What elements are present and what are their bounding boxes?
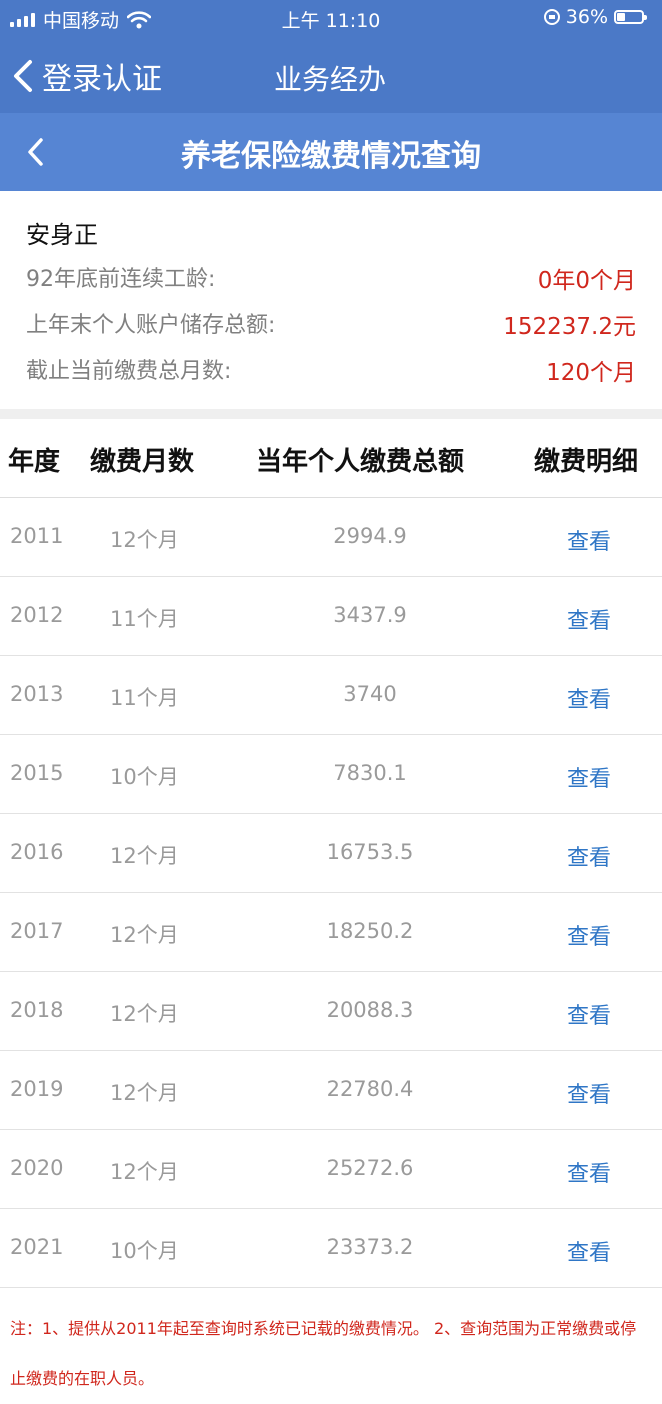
table-row: 2020 12个月 25272.6 查看 — [0, 1130, 662, 1209]
cell-amount: 3437.9 — [333, 603, 407, 627]
cell-months: 10个月 — [110, 765, 179, 789]
cell-months: 12个月 — [110, 1081, 179, 1105]
nav-back-button[interactable]: 登录认证 — [12, 54, 162, 98]
info-row-seniority: 92年底前连续工龄: 0年0个月 — [26, 261, 636, 295]
info-row-account-balance: 上年末个人账户储存总额: 152237.2元 — [26, 307, 636, 341]
cell-year: 2021 — [10, 1235, 64, 1259]
cell-year: 2018 — [10, 998, 64, 1022]
cell-year: 2013 — [10, 682, 64, 706]
nav-title: 业务经办 — [274, 63, 387, 96]
cell-amount: 25272.6 — [326, 1156, 414, 1180]
cell-months: 12个月 — [110, 844, 179, 868]
nav-bar: 登录认证 业务经办 — [0, 36, 662, 113]
cell-months: 10个月 — [110, 1239, 179, 1263]
cell-months: 12个月 — [110, 1160, 179, 1184]
view-detail-link[interactable]: 查看 — [567, 1156, 611, 1188]
cell-amount: 2994.9 — [333, 524, 407, 548]
battery-icon — [614, 10, 647, 24]
table-row: 2021 10个月 23373.2 查看 — [0, 1209, 662, 1288]
cell-amount: 23373.2 — [326, 1235, 414, 1259]
cell-amount: 16753.5 — [326, 840, 414, 864]
page-title: 养老保险缴费情况查询 — [181, 139, 481, 174]
cell-amount: 7830.1 — [333, 761, 407, 785]
info-label: 上年末个人账户储存总额: — [26, 313, 276, 338]
nav-back-label: 登录认证 — [42, 62, 162, 97]
header-months: 缴费月数 — [90, 447, 195, 477]
battery-percent: 36% — [565, 6, 608, 28]
top-bar: 中国移动 上午 11:10 36% 登录认证 业务经办 — [0, 0, 662, 113]
view-detail-link[interactable]: 查看 — [567, 998, 611, 1030]
person-name: 安身正 — [26, 221, 98, 249]
cell-months: 12个月 — [110, 528, 179, 552]
cell-year: 2017 — [10, 919, 64, 943]
cell-year: 2016 — [10, 840, 64, 864]
info-row-total-months: 截止当前缴费总月数: 120个月 — [26, 353, 636, 387]
info-label: 92年底前连续工龄: — [26, 267, 216, 292]
view-detail-link[interactable]: 查看 — [567, 761, 611, 793]
header-amount: 当年个人缴费总额 — [256, 447, 465, 477]
cell-amount: 18250.2 — [326, 919, 414, 943]
table-body: 2011 12个月 2994.9 查看 2012 11个月 3437.9 查看 … — [0, 498, 662, 1288]
cell-year: 2011 — [10, 524, 64, 548]
cell-year: 2015 — [10, 761, 64, 785]
table-row: 2013 11个月 3740 查看 — [0, 656, 662, 735]
header-year: 年度 — [8, 447, 61, 477]
cell-amount: 3740 — [343, 682, 397, 706]
info-label: 截止当前缴费总月数: — [26, 359, 232, 384]
cell-months: 11个月 — [110, 686, 179, 710]
footnote: 注：1、提供从2011年起至查询时系统已记载的缴费情况。 2、查询范围为正常缴费… — [10, 1319, 637, 1388]
view-detail-link[interactable]: 查看 — [567, 919, 611, 951]
table-row: 2012 11个月 3437.9 查看 — [0, 577, 662, 656]
person-info: 安身正 92年底前连续工龄: 0年0个月 上年末个人账户储存总额: 152237… — [0, 191, 662, 409]
page-header: 养老保险缴费情况查询 — [0, 113, 662, 191]
info-value: 0年0个月 — [537, 268, 636, 294]
cell-year: 2020 — [10, 1156, 64, 1180]
status-right: 36% — [543, 6, 647, 28]
view-detail-link[interactable]: 查看 — [567, 682, 611, 714]
chevron-left-icon — [14, 60, 32, 92]
cell-months: 11个月 — [110, 607, 179, 631]
table-row: 2011 12个月 2994.9 查看 — [0, 498, 662, 577]
view-detail-link[interactable]: 查看 — [567, 603, 611, 635]
view-detail-link[interactable]: 查看 — [567, 524, 611, 556]
table-row: 2016 12个月 16753.5 查看 — [0, 814, 662, 893]
info-value: 120个月 — [546, 360, 636, 386]
table-header: 年度 缴费月数 当年个人缴费总额 缴费明细 — [0, 419, 662, 498]
view-detail-link[interactable]: 查看 — [567, 1235, 611, 1267]
section-divider — [0, 409, 662, 419]
table-row: 2015 10个月 7830.1 查看 — [0, 735, 662, 814]
view-detail-link[interactable]: 查看 — [567, 1077, 611, 1109]
cell-months: 12个月 — [110, 1002, 179, 1026]
info-value: 152237.2元 — [503, 314, 636, 340]
table-row: 2019 12个月 22780.4 查看 — [0, 1051, 662, 1130]
rotation-lock-icon — [543, 9, 560, 25]
table-row: 2017 12个月 18250.2 查看 — [0, 893, 662, 972]
cell-months: 12个月 — [110, 923, 179, 947]
header-detail: 缴费明细 — [534, 447, 639, 477]
status-bar: 中国移动 上午 11:10 36% — [0, 0, 662, 36]
cell-year: 2019 — [10, 1077, 64, 1101]
cell-year: 2012 — [10, 603, 64, 627]
table-row: 2018 12个月 20088.3 查看 — [0, 972, 662, 1051]
cell-amount: 20088.3 — [326, 998, 414, 1022]
view-detail-link[interactable]: 查看 — [567, 840, 611, 872]
cell-amount: 22780.4 — [326, 1077, 414, 1101]
